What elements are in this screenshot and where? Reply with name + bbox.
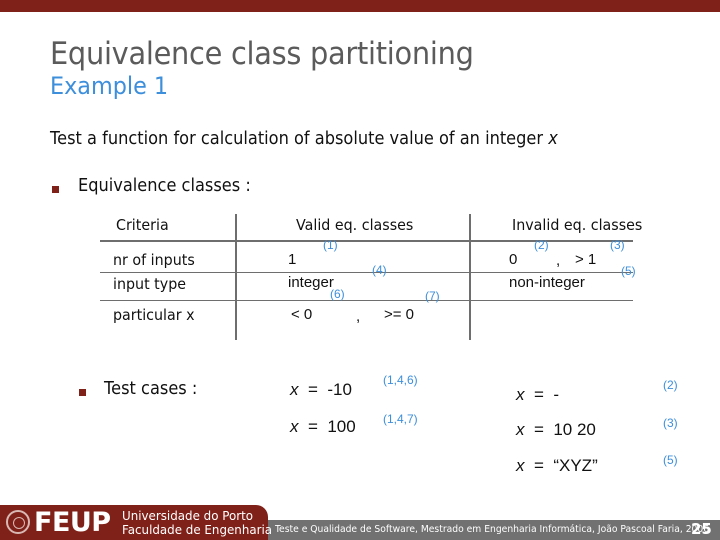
test-case-value: -10: [327, 380, 352, 399]
test-case-operator: =: [307, 380, 318, 399]
table-column-divider: [235, 214, 237, 340]
invalid-class-ref: (3): [610, 238, 625, 252]
invalid-class-separator: ,: [556, 252, 561, 269]
table-divider: [100, 240, 633, 242]
table-row-criteria: nr of inputs: [113, 251, 195, 269]
footer-caption: Teste e Qualidade de Software, Mestrado …: [275, 524, 710, 535]
test-case-value: 100: [327, 417, 356, 436]
table-header-criteria: Criteria: [116, 216, 169, 234]
table-row-criteria: particular x: [113, 306, 195, 324]
intro-variable: x: [548, 128, 558, 149]
valid-class-ref: (1): [323, 238, 338, 252]
test-case-value: 10 20: [553, 420, 596, 439]
test-case: x = “XYZ”: [516, 456, 598, 476]
table-divider: [100, 300, 633, 301]
bullet-icon: [52, 186, 59, 193]
valid-class-value: integer: [288, 274, 334, 291]
test-case-variable: x: [290, 380, 299, 399]
valid-class-ref: (6): [330, 287, 345, 301]
test-case-variable: x: [290, 417, 299, 436]
invalid-class-value: non-integer: [509, 274, 585, 291]
bullet-icon: [79, 389, 86, 396]
university-name: Universidade do Porto: [122, 508, 254, 523]
test-case-ref: (2): [663, 378, 678, 392]
intro-sentence: Test a function for calculation of absol…: [50, 128, 549, 149]
test-case-variable: x: [516, 385, 525, 404]
test-case-variable: x: [516, 420, 525, 439]
test-case-operator: =: [307, 417, 318, 436]
valid-class-value: < 0: [291, 306, 313, 323]
test-case-operator: =: [533, 420, 544, 439]
bullet-equivalence-classes: Equivalence classes :: [78, 175, 251, 196]
invalid-class-value: > 1: [575, 251, 597, 268]
test-case-operator: =: [533, 385, 544, 404]
slide-title: Equivalence class partitioning: [50, 36, 474, 72]
table-divider: [100, 272, 633, 273]
test-case-value: -: [553, 385, 560, 404]
university-seal-icon: [6, 510, 30, 534]
table-column-divider: [469, 214, 471, 340]
intro-text: Test a function for calculation of absol…: [50, 128, 558, 149]
valid-class-ref: (4): [372, 263, 387, 277]
test-case-ref: (1,4,7): [383, 412, 418, 426]
invalid-class-ref: (2): [534, 238, 549, 252]
test-case-variable: x: [516, 456, 525, 475]
table-header-valid: Valid eq. classes: [296, 216, 414, 234]
table-row-criteria: input type: [113, 275, 187, 293]
test-case-operator: =: [533, 456, 544, 475]
test-case-ref: (5): [663, 453, 678, 467]
table-header-invalid: Invalid eq. classes: [512, 216, 643, 234]
page-number: 25: [691, 520, 712, 538]
test-case: x = -10: [290, 380, 352, 400]
invalid-class-ref: (5): [621, 264, 636, 278]
test-case-ref: (1,4,6): [383, 373, 418, 387]
valid-class-value: >= 0: [384, 306, 415, 323]
test-case: x = 10 20: [516, 420, 596, 440]
test-case: x = -: [516, 385, 559, 405]
slide-subtitle: Example 1: [50, 72, 169, 100]
test-case-value: “XYZ”: [553, 456, 598, 475]
faculty-name: Faculdade de Engenharia: [122, 522, 273, 537]
feup-logo: FEUP: [34, 507, 111, 538]
bullet-test-cases: Test cases :: [104, 378, 198, 399]
invalid-class-value: 0: [509, 251, 518, 268]
test-case: x = 100: [290, 417, 356, 437]
test-case-ref: (3): [663, 416, 678, 430]
valid-class-ref: (7): [425, 289, 440, 303]
valid-class-separator: ,: [356, 308, 361, 325]
top-banner: [0, 0, 720, 12]
valid-class-value: 1: [288, 251, 297, 268]
